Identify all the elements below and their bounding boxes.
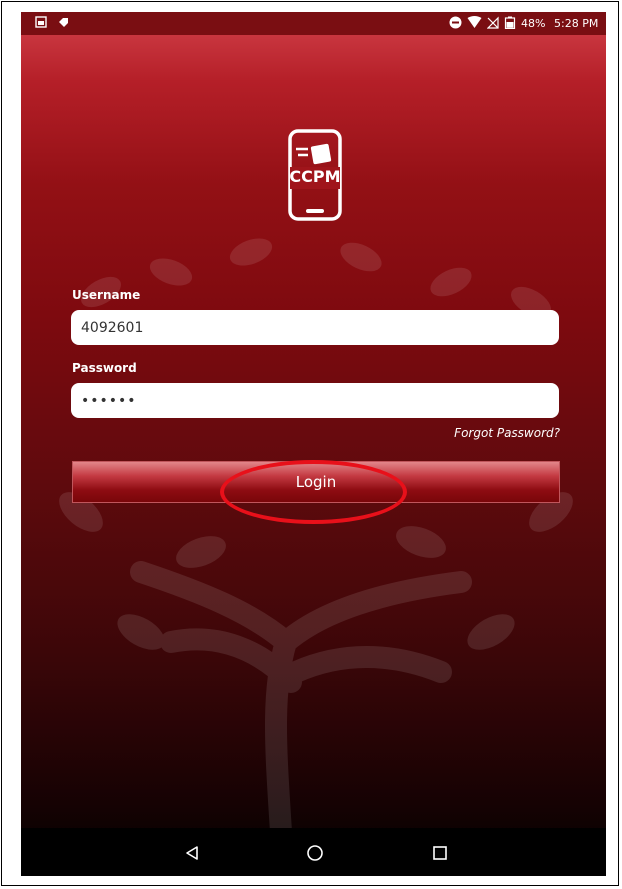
recent-apps-icon[interactable] [429, 842, 451, 864]
navigation-bar [21, 828, 606, 876]
notification-tag-icon [57, 16, 69, 30]
battery-percent: 48% [521, 17, 546, 30]
annotation-circle [220, 460, 407, 524]
password-value: •••••• [81, 392, 137, 409]
app-screen: 48% 5:28 PM CCPM Username 4092601 Passwo… [21, 12, 606, 876]
username-label: Username [72, 288, 141, 302]
username-value: 4092601 [81, 319, 144, 336]
clock-time: 5:28 PM [554, 17, 599, 30]
sd-card-icon [35, 16, 47, 30]
back-icon[interactable] [181, 842, 203, 864]
password-input[interactable]: •••••• [71, 383, 559, 418]
battery-icon [504, 16, 516, 30]
forgot-password-link[interactable]: Forgot Password? [454, 426, 560, 440]
home-icon[interactable] [304, 842, 326, 864]
do-not-disturb-icon [449, 16, 462, 30]
username-input[interactable]: 4092601 [71, 310, 559, 345]
wifi-icon [467, 16, 482, 30]
password-label: Password [72, 361, 137, 375]
ccpm-logo: CCPM [286, 129, 344, 221]
screenshot-frame: 48% 5:28 PM CCPM Username 4092601 Passwo… [1, 1, 619, 886]
no-signal-icon [486, 16, 499, 30]
status-bar: 48% 5:28 PM [21, 12, 606, 35]
logo-text: CCPM [289, 167, 341, 186]
